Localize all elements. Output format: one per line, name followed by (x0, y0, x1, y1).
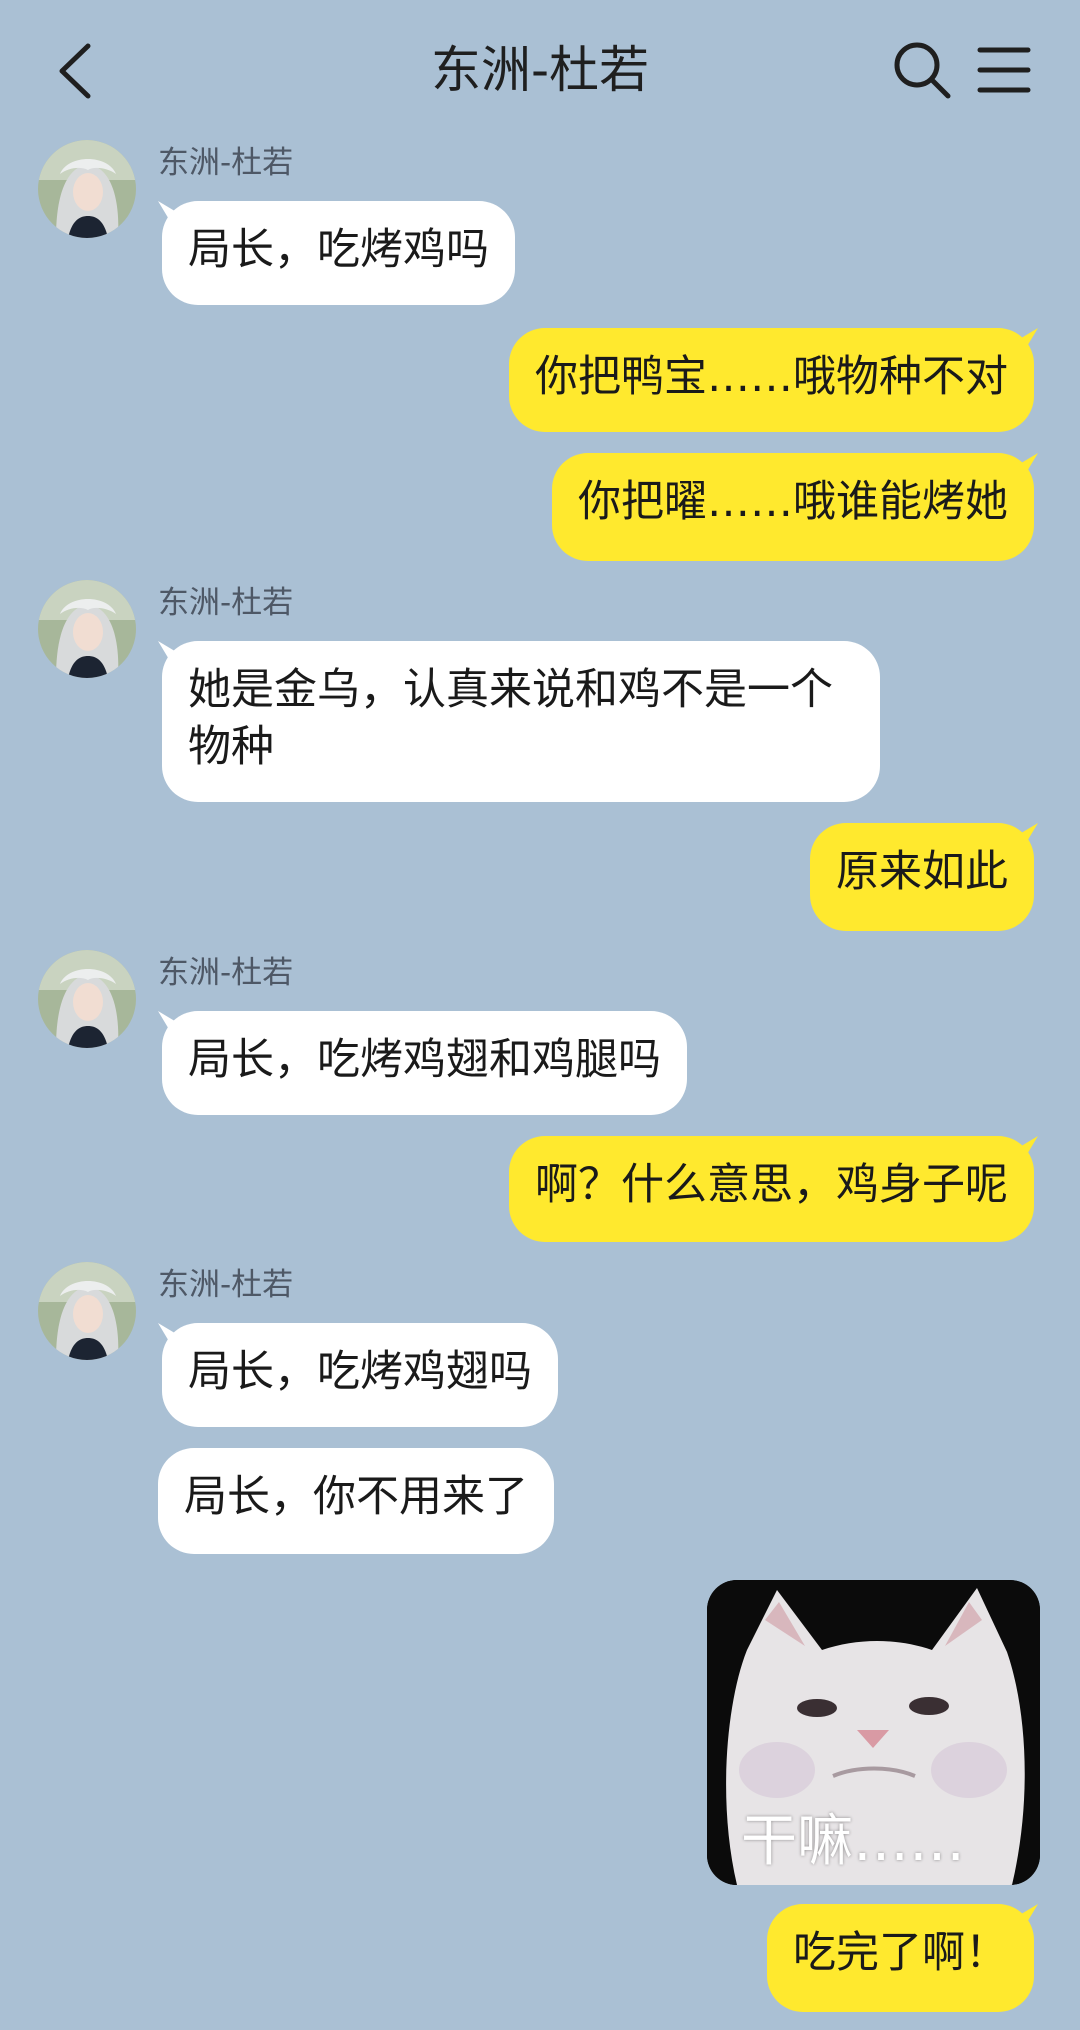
avatar-image (38, 950, 136, 1048)
avatar[interactable] (38, 140, 136, 238)
sender-name: 东洲-杜若 (158, 1267, 294, 1303)
avatar-image (38, 140, 136, 238)
message-bubble-incoming[interactable]: 她是金乌，认真来说和鸡不是一个物种 (162, 641, 880, 802)
sticker-caption: 干嘛…… (741, 1809, 965, 1874)
avatar-image (38, 580, 136, 678)
avatar[interactable] (38, 950, 136, 1048)
menu-button[interactable] (972, 38, 1036, 102)
sender-name: 东洲-杜若 (158, 145, 294, 181)
message-bubble-outgoing[interactable]: 原来如此 (810, 823, 1034, 931)
avatar[interactable] (38, 580, 136, 678)
message-bubble-incoming[interactable]: 局长，吃烤鸡翅和鸡腿吗 (162, 1011, 687, 1115)
message-bubble-incoming[interactable]: 局长，你不用来了 (158, 1448, 554, 1554)
avatar-image (38, 1262, 136, 1360)
search-icon (894, 42, 951, 99)
message-bubble-outgoing[interactable]: 你把鸭宝……哦物种不对 (509, 328, 1034, 432)
chat-header: 东洲-杜若 (0, 0, 1080, 140)
avatar[interactable] (38, 1262, 136, 1360)
message-bubble-outgoing[interactable]: 啊？什么意思，鸡身子呢 (509, 1136, 1034, 1242)
menu-icon (977, 47, 1031, 93)
search-button[interactable] (890, 38, 954, 102)
message-bubble-incoming[interactable]: 局长，吃烤鸡翅吗 (162, 1323, 558, 1427)
sticker-image[interactable]: 干嘛…… (707, 1580, 1040, 1885)
message-bubble-outgoing[interactable]: 吃完了啊！ (767, 1904, 1034, 2012)
sender-name: 东洲-杜若 (158, 585, 294, 621)
message-bubble-outgoing[interactable]: 你把曜……哦谁能烤她 (552, 453, 1034, 561)
message-bubble-incoming[interactable]: 局长，吃烤鸡吗 (162, 201, 515, 305)
sender-name: 东洲-杜若 (158, 955, 294, 991)
